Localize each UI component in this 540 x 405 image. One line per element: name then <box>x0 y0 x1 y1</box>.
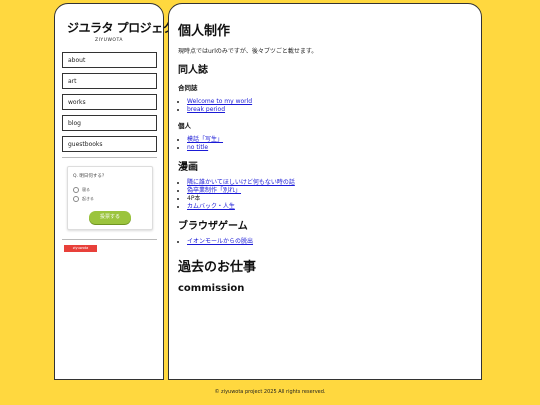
list-item: break period <box>187 106 481 114</box>
section-heading-commission: commission <box>178 283 245 294</box>
poll-option[interactable]: 寝る <box>73 187 90 193</box>
game-list: イオンモールからの脱出 <box>178 238 481 246</box>
logo-title: ジユラタ プロジェクト <box>67 21 186 35</box>
divider <box>62 239 157 240</box>
divider <box>62 157 157 158</box>
subheading-anthology: 合同誌 <box>178 84 198 92</box>
list-item: 隣に誰かいてほしいけど何もない時の話 <box>187 179 481 187</box>
page-title: 個人制作 <box>178 24 231 39</box>
poll-widget: Q. 明日何する？ 寝る 起きる 投票する <box>67 166 153 230</box>
footer-copyright: © ziyuwota project 2025 All rights reser… <box>214 389 326 395</box>
nav-item-guestbooks[interactable]: guestbooks <box>62 136 157 152</box>
poll-question: Q. 明日何する？ <box>73 174 107 179</box>
work-link[interactable]: 模話「写生」 <box>187 136 223 143</box>
vote-button[interactable]: 投票する <box>89 211 131 224</box>
solo-list: 模話「写生」 no title <box>178 136 481 152</box>
list-item: カムバック・人生 <box>187 203 481 211</box>
section-heading-past-work: 過去のお仕事 <box>178 260 257 275</box>
work-link[interactable]: break period <box>187 106 225 113</box>
work-link[interactable]: イオンモールからの脱出 <box>187 238 253 245</box>
subheading-solo: 個人 <box>178 122 191 130</box>
poll-option-label: 起きる <box>82 196 94 201</box>
work-link[interactable]: 偽卒業制作「別れ」 <box>187 187 241 194</box>
section-heading-doujinshi: 同人誌 <box>178 65 208 76</box>
badge-link[interactable]: ziyuwota <box>64 245 97 252</box>
site-logo[interactable]: ジユラタ プロジェクト ZIYUWOTA <box>67 19 186 45</box>
list-item: イオンモールからの脱出 <box>187 238 481 246</box>
section-heading-browser-game: ブラウザゲーム <box>178 221 248 232</box>
nav-item-art[interactable]: art <box>62 73 157 89</box>
work-link[interactable]: Welcome to my world <box>187 98 252 105</box>
work-link[interactable]: カムバック・人生 <box>187 203 235 210</box>
nav-item-blog[interactable]: blog <box>62 115 157 131</box>
sidebar-nav: about art works blog guestbooks <box>62 52 157 157</box>
list-item: 偽卒業制作「別れ」 <box>187 187 481 195</box>
section-heading-manga: 漫画 <box>178 162 198 173</box>
intro-text: 現時点ではurlのみですが、後々ブツごと載せます。 <box>178 48 318 55</box>
main-content: 個人制作 現時点ではurlのみですが、後々ブツごと載せます。 同人誌 合同誌 W… <box>168 3 482 380</box>
logo-subtitle: ZIYUWOTA <box>95 38 123 43</box>
nav-item-about[interactable]: about <box>62 52 157 68</box>
work-link[interactable]: 隣に誰かいてほしいけど何もない時の話 <box>187 179 295 186</box>
work-link[interactable]: no title <box>187 144 208 151</box>
poll-option[interactable]: 起きる <box>73 196 94 202</box>
list-item: Welcome to my world <box>187 98 481 106</box>
list-item: 4P本 <box>187 195 481 203</box>
list-item: 模話「写生」 <box>187 136 481 144</box>
nav-item-works[interactable]: works <box>62 94 157 110</box>
poll-option-label: 寝る <box>82 187 90 192</box>
radio-button[interactable] <box>73 196 79 202</box>
manga-list: 隣に誰かいてほしいけど何もない時の話 偽卒業制作「別れ」 4P本 カムバック・人… <box>178 179 481 211</box>
sidebar: ジユラタ プロジェクト ZIYUWOTA about art works blo… <box>54 3 186 380</box>
list-item: no title <box>187 144 481 152</box>
anthology-list: Welcome to my world break period <box>178 98 481 114</box>
radio-button[interactable] <box>73 187 79 193</box>
